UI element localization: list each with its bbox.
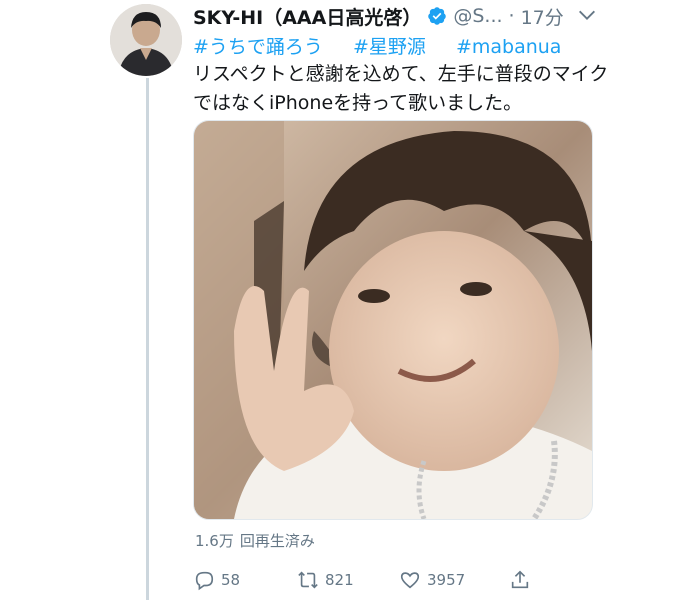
timestamp[interactable]: 17分 — [521, 3, 564, 30]
reply-button[interactable]: 58 — [193, 566, 240, 594]
tweet-header: SKY-HI（AAA日高光啓） @S... · 17分 — [193, 2, 600, 30]
share-button[interactable] — [509, 566, 537, 594]
handle[interactable]: @S... — [453, 5, 502, 27]
hashtag-link[interactable]: #星野源 — [353, 36, 426, 58]
hashtag-link[interactable]: #うちで踊ろう — [193, 36, 323, 58]
video-frame-image — [194, 121, 592, 519]
separator-dot: · — [508, 5, 515, 27]
reply-icon — [195, 571, 214, 591]
like-count: 3957 — [427, 571, 466, 589]
hashtag-link[interactable]: #mabanua — [456, 36, 562, 58]
verified-badge-icon — [427, 6, 447, 26]
heart-icon — [400, 572, 420, 589]
retweet-button[interactable]: 821 — [297, 566, 354, 594]
view-count-label: 回再生済み — [239, 532, 315, 550]
video-thumbnail[interactable] — [193, 120, 593, 520]
retweet-count: 821 — [325, 571, 354, 589]
reply-count: 58 — [221, 571, 241, 589]
avatar[interactable] — [110, 4, 182, 76]
chevron-down-icon[interactable] — [576, 4, 598, 26]
thread-line — [146, 78, 149, 600]
retweet-icon — [298, 571, 318, 589]
hashtags: #うちで踊ろう #星野源 #mabanua — [193, 32, 585, 59]
view-count-value: 1.6万 — [195, 532, 234, 550]
view-count: 1.6万 回再生済み — [195, 530, 315, 551]
tweet-text: リスペクトと感謝を込めて、左手に普段のマイクではなくiPhoneを持って歌いまし… — [193, 63, 609, 114]
share-icon — [511, 570, 529, 589]
action-bar: 58 821 3957 — [193, 566, 573, 596]
avatar-image — [110, 4, 182, 76]
like-button[interactable]: 3957 — [399, 566, 465, 594]
display-name[interactable]: SKY-HI（AAA日高光啓） — [193, 3, 421, 30]
